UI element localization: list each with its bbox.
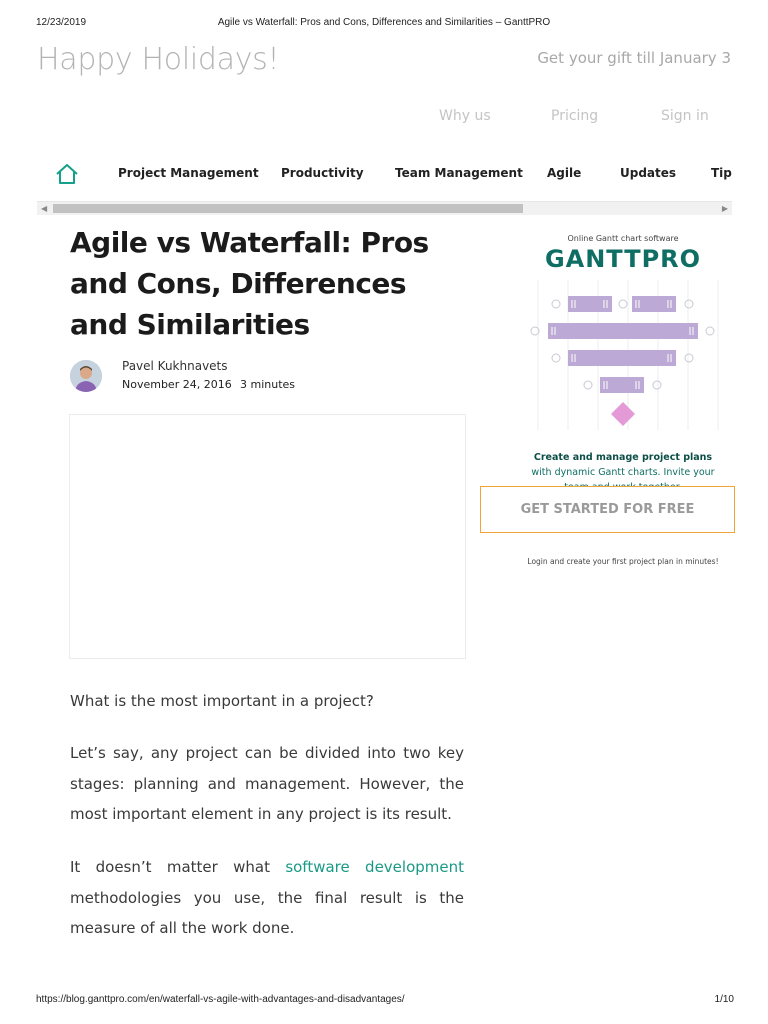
category-productivity[interactable]: Productivity bbox=[281, 166, 364, 180]
category-team-management[interactable]: Team Management bbox=[395, 166, 523, 180]
category-tips[interactable]: Tips bbox=[711, 166, 732, 180]
gantt-bar bbox=[568, 350, 676, 366]
software-development-link[interactable]: software development bbox=[285, 858, 464, 876]
paragraph-3-text-start: It doesn’t matter what bbox=[70, 858, 286, 876]
home-icon[interactable] bbox=[55, 163, 79, 185]
ganttpro-logo: GANTTPRO bbox=[544, 245, 702, 273]
author-name[interactable]: Pavel Kukhnavets bbox=[122, 359, 228, 373]
ad-description: Create and manage project plans with dyn… bbox=[528, 450, 718, 486]
read-time: 3 minutes bbox=[240, 378, 296, 391]
get-started-button[interactable]: GET STARTED FOR FREE bbox=[480, 486, 735, 533]
paragraph-1: What is the most important in a project? bbox=[70, 692, 374, 710]
print-footer: https://blog.ganttpro.com/en/waterfall-v… bbox=[0, 994, 768, 1008]
category-updates[interactable]: Updates bbox=[620, 166, 676, 180]
ad-description-rest: with dynamic Gantt charts. Invite your t… bbox=[531, 467, 715, 486]
holiday-banner-headline[interactable]: Happy Holidays! bbox=[37, 42, 280, 77]
print-page-number: 1/10 bbox=[714, 994, 734, 1005]
publish-date: November 24, 2016 bbox=[122, 378, 232, 391]
top-nav: Why us Pricing Sign in bbox=[0, 108, 768, 128]
ad-footnote: Login and create your first project plan… bbox=[527, 557, 719, 566]
scroll-right-icon[interactable]: ▶ bbox=[722, 204, 728, 214]
author-avatar[interactable] bbox=[70, 360, 102, 392]
horizontal-scrollbar[interactable]: ◀ ▶ bbox=[37, 201, 732, 215]
print-url: https://blog.ganttpro.com/en/waterfall-v… bbox=[36, 994, 405, 1005]
ad-tagline: Online Gantt chart software bbox=[567, 234, 679, 243]
print-title: Agile vs Waterfall: Pros and Cons, Diffe… bbox=[217, 17, 551, 28]
paragraph-3-text-end: methodologies you use, the final result … bbox=[70, 888, 464, 938]
print-header: 12/23/2019 Agile vs Waterfall: Pros and … bbox=[0, 17, 768, 31]
paragraph-3: It doesn’t matter what software developm… bbox=[70, 852, 464, 944]
category-nav: Project Management Productivity Team Man… bbox=[37, 160, 732, 190]
scroll-left-icon[interactable]: ◀ bbox=[41, 204, 47, 214]
gantt-bar bbox=[548, 323, 698, 339]
ad-description-bold: Create and manage project plans bbox=[533, 452, 713, 463]
nav-pricing-link[interactable]: Pricing bbox=[551, 108, 598, 124]
nav-sign-in-link[interactable]: Sign in bbox=[661, 108, 709, 124]
category-agile[interactable]: Agile bbox=[547, 166, 581, 180]
gift-link[interactable]: Get your gift till January 3 bbox=[537, 49, 731, 67]
nav-why-us-link[interactable]: Why us bbox=[439, 108, 491, 124]
article-hero-image bbox=[69, 414, 466, 659]
milestone-diamond bbox=[611, 402, 635, 426]
paragraph-2: Let’s say, any project can be divided in… bbox=[70, 744, 464, 823]
gantt-bars bbox=[548, 296, 698, 393]
scrollbar-thumb[interactable] bbox=[53, 204, 523, 213]
article-title: Agile vs Waterfall: Pros and Cons, Diffe… bbox=[70, 226, 429, 341]
category-project-management[interactable]: Project Management bbox=[118, 166, 259, 180]
